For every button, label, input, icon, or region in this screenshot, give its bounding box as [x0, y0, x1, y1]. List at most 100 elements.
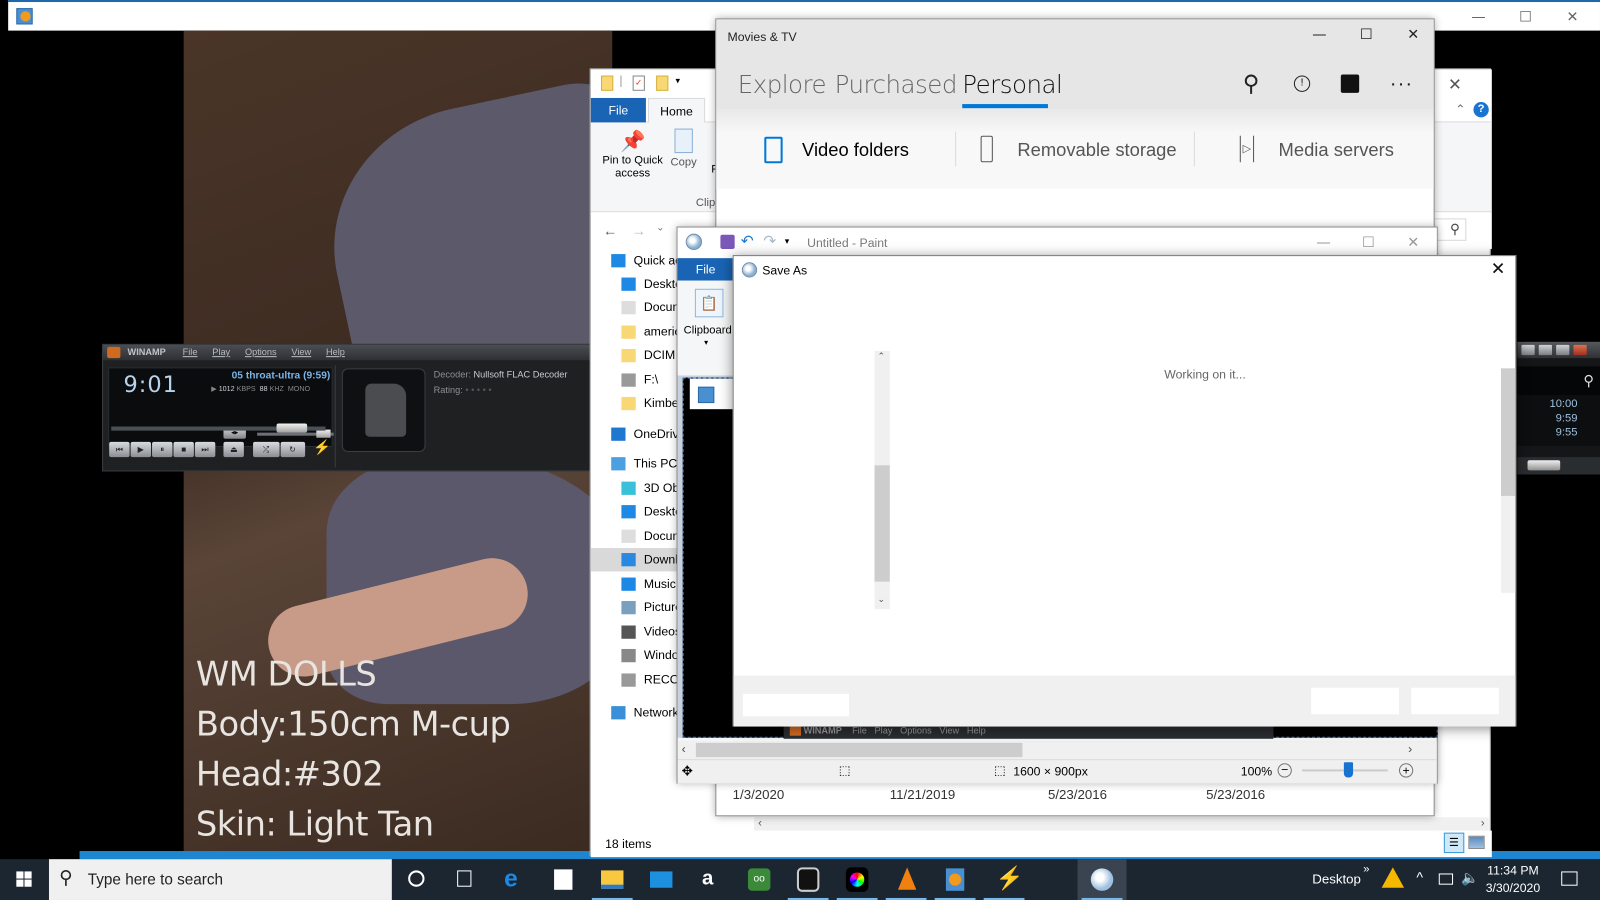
volume-icon[interactable]: 🔈 [1461, 869, 1479, 886]
scroll-right-icon[interactable]: › [1408, 742, 1412, 756]
nav-item-windows[interactable]: Windows [591, 644, 683, 667]
customize-qat-icon[interactable]: ▾ [785, 236, 790, 247]
pause-button[interactable]: ⏸ [152, 441, 173, 458]
pin-quick-access-button[interactable]: 📌 Pin to Quick access [597, 129, 668, 181]
nav-item-videos[interactable]: Videos [591, 620, 683, 643]
nav-item-music[interactable]: Music [591, 572, 683, 595]
winamp-titlebar[interactable]: WINAMP File Play Options View Help [103, 344, 604, 361]
new-folder-icon[interactable] [656, 75, 669, 91]
tab-purchased[interactable]: Purchased [835, 70, 958, 99]
nav-item-recovery[interactable]: RECOVERY [591, 668, 683, 691]
nav-item-this-pc[interactable]: This PC [591, 452, 683, 475]
taskbar-mail[interactable] [637, 859, 686, 900]
nav-item-network[interactable]: Network [591, 701, 683, 724]
explorer-close-button[interactable]: ✕ [1448, 74, 1462, 94]
seek-knob[interactable] [276, 423, 308, 433]
tab-personal[interactable]: Personal [962, 70, 1063, 99]
player-close-button[interactable]: ✕ [1549, 2, 1596, 33]
taskbar-paint[interactable] [1077, 859, 1127, 900]
paint-file-tab[interactable]: File [677, 258, 734, 281]
help-icon[interactable]: ? [1473, 102, 1489, 118]
taskbar-file-explorer[interactable] [588, 859, 637, 900]
player-minimize-button[interactable]: — [1455, 2, 1502, 33]
taskbar-edge[interactable]: e [490, 859, 539, 900]
customize-qat-icon[interactable]: ▾ [676, 76, 681, 87]
forward-button[interactable]: → [632, 222, 646, 238]
seek-bar[interactable] [111, 423, 326, 433]
scroll-up-icon[interactable]: ⌃ [878, 351, 886, 362]
playlist-duration[interactable]: 9:55 [1517, 426, 1578, 440]
playlist-restore-button[interactable] [1538, 344, 1553, 356]
taskbar-amazon[interactable]: a [686, 859, 735, 900]
nav-item-downloads[interactable]: Downloads [590, 547, 683, 572]
dialog-close-button[interactable]: ✕ [1491, 259, 1506, 279]
nav-item-f[interactable]: F:\ [591, 368, 683, 391]
nav-item-desktop[interactable]: Desktop [591, 272, 683, 295]
winamp-menu-file[interactable]: File [183, 347, 198, 357]
clock[interactable]: 11:34 PM 3/30/2020 [1486, 862, 1540, 897]
elapsed-time[interactable]: 9:01 [123, 372, 177, 398]
search-icon[interactable]: ⚲ [1243, 70, 1259, 97]
nav-item-americ[interactable]: americ [591, 320, 683, 343]
scroll-down-icon[interactable]: ⌄ [878, 594, 886, 605]
taskbar-cortana[interactable] [392, 859, 441, 900]
save-button[interactable] [1311, 687, 1399, 715]
taskbar-webcam[interactable] [784, 859, 833, 900]
nav-item-pictures[interactable]: Pictures [591, 596, 683, 619]
playlist-shade-button[interactable] [1556, 344, 1570, 356]
zoom-out-button[interactable]: − [1277, 763, 1292, 778]
winamp-menu-help[interactable]: Help [326, 347, 345, 357]
paint-maximize-button[interactable]: ☐ [1345, 228, 1392, 259]
paint-close-button[interactable]: ✕ [1390, 228, 1437, 259]
store-bag-icon[interactable] [1340, 74, 1360, 93]
shuffle-button[interactable]: ⤮ [252, 441, 280, 458]
playlist-duration[interactable]: 10:00 [1517, 397, 1577, 411]
action-center-icon[interactable] [1561, 871, 1578, 886]
taskbar-task-view[interactable] [441, 859, 490, 900]
repeat-button[interactable]: ↻ [280, 441, 305, 458]
clipboard-icon[interactable]: 📋 [694, 288, 724, 318]
nav-item-kimbe[interactable]: Kimbe [591, 392, 683, 415]
details-view-button[interactable]: ☰ [1443, 832, 1465, 854]
hide-folders-button[interactable] [742, 693, 849, 717]
taskbar-search-box[interactable]: ⚲ Type here to search [48, 859, 392, 900]
nav-item-quick-access[interactable]: Quick access [591, 249, 683, 272]
undo-icon[interactable]: ↶ [741, 232, 754, 250]
tab-explore[interactable]: Explore [738, 70, 827, 99]
properties-icon[interactable]: ✓ [632, 75, 645, 91]
nav-item-documents[interactable]: Documents [591, 296, 683, 319]
playlist-scroll-button[interactable] [1527, 460, 1561, 471]
redo-icon[interactable]: ↷ [763, 232, 776, 250]
nav-item-dcim[interactable]: DCIM [591, 344, 683, 367]
nav-item-3d-objects[interactable]: 3D Objects [591, 477, 683, 500]
scroll-right-icon[interactable]: › [1481, 817, 1485, 829]
scrollbar-thumb[interactable] [695, 742, 1023, 758]
stop-button[interactable]: ■ [173, 441, 194, 458]
taskbar-vlc[interactable] [882, 859, 931, 900]
folder-pane-scrollbar[interactable]: ⌃ ⌄ [874, 351, 890, 610]
taskbar-store[interactable] [539, 859, 588, 900]
file-list-scrollbar[interactable] [1501, 368, 1516, 593]
volume-knob[interactable] [316, 429, 331, 438]
zoom-slider-thumb[interactable] [1344, 762, 1354, 778]
source-removable-storage[interactable]: Removable storage [1017, 140, 1176, 161]
clipboard-button[interactable]: Clipboard [684, 324, 732, 336]
taskbar-camera-app[interactable] [833, 859, 882, 900]
scrollbar-thumb[interactable] [874, 465, 890, 582]
scroll-left-icon[interactable]: ‹ [682, 742, 686, 756]
toolbar-overflow-icon[interactable]: » [1363, 863, 1369, 875]
scrollbar-thumb[interactable] [1501, 368, 1516, 496]
source-media-servers[interactable]: Media servers [1279, 140, 1394, 161]
winamp-bolt-icon[interactable]: ⚡ [313, 439, 331, 456]
playlist-minimize-button[interactable] [1521, 344, 1535, 356]
movies-close-button[interactable]: ✕ [1390, 19, 1437, 50]
ribbon-tab-home[interactable]: Home [647, 97, 706, 124]
folder-icon[interactable] [601, 75, 614, 91]
playlist-search[interactable]: ⚲ [1517, 366, 1600, 397]
winamp-menu-play[interactable]: Play [212, 347, 230, 357]
movies-maximize-button[interactable]: ☐ [1343, 19, 1390, 50]
volume-slider[interactable] [257, 429, 334, 438]
zoom-slider[interactable] [1302, 762, 1388, 778]
desktop-toolbar[interactable]: Desktop [1312, 871, 1361, 886]
winamp-menu-view[interactable]: View [291, 347, 311, 357]
